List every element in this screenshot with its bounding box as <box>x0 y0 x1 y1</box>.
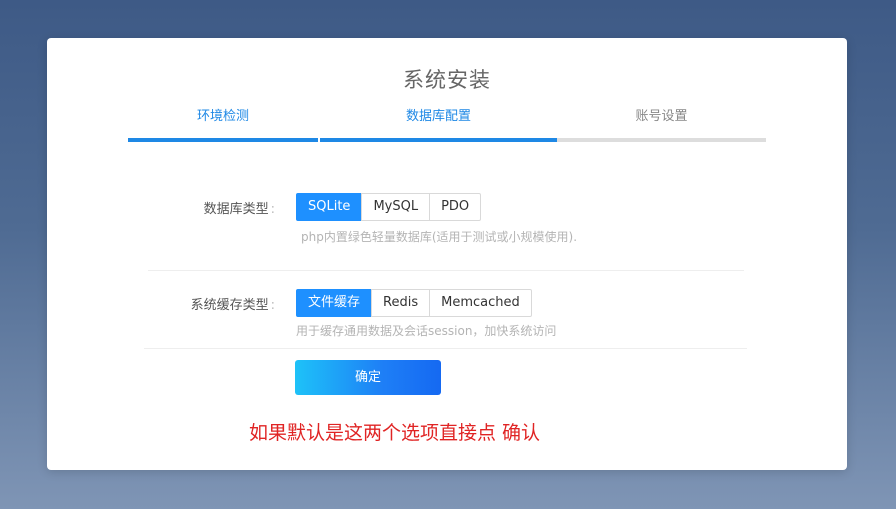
step-label: 数据库配置 <box>405 109 471 124</box>
db-type-label: 数据库类型: <box>204 198 275 217</box>
step-progress: 环境检测 数据库配置 账号设置 <box>128 108 766 142</box>
db-option-pdo[interactable]: PDO <box>429 193 482 221</box>
db-option-sqlite[interactable]: SQLite <box>296 193 363 221</box>
annotation-text: 如果默认是这两个选项直接点 确认 <box>249 422 541 444</box>
cache-option-redis[interactable]: Redis <box>371 289 431 317</box>
step-account-settings: 账号设置 <box>557 108 766 142</box>
cache-type-label: 系统缓存类型: <box>191 294 275 313</box>
step-bar <box>128 138 318 142</box>
confirm-button[interactable]: 确定 <box>295 360 441 395</box>
divider <box>144 348 747 349</box>
divider <box>148 270 744 271</box>
label-colon: : <box>270 202 275 217</box>
step-label: 账号设置 <box>635 109 688 124</box>
step-bar <box>320 138 557 142</box>
step-database-config: 数据库配置 <box>320 108 557 142</box>
step-environment-check: 环境检测 <box>128 108 318 142</box>
label-colon: : <box>270 298 275 313</box>
cache-type-hint: 用于缓存通用数据及会话session，加快系统访问 <box>296 324 557 338</box>
db-type-options: SQLite MySQL PDO <box>296 193 482 221</box>
cache-option-memcached[interactable]: Memcached <box>429 289 532 317</box>
cache-type-label-text: 系统缓存类型 <box>190 298 269 313</box>
page-title: 系统安装 <box>403 68 491 92</box>
install-card: 系统安装 环境检测 数据库配置 账号设置 数据库类型: SQLite MySQL… <box>47 38 847 470</box>
step-label: 环境检测 <box>196 109 249 124</box>
db-option-mysql[interactable]: MySQL <box>361 193 431 221</box>
cache-type-options: 文件缓存 Redis Memcached <box>296 289 532 317</box>
step-bar <box>557 138 766 142</box>
db-type-label-text: 数据库类型 <box>203 202 269 217</box>
cache-option-file[interactable]: 文件缓存 <box>296 289 373 317</box>
db-type-hint: php内置绿色轻量数据库(适用于测试或小规模使用). <box>301 230 578 244</box>
